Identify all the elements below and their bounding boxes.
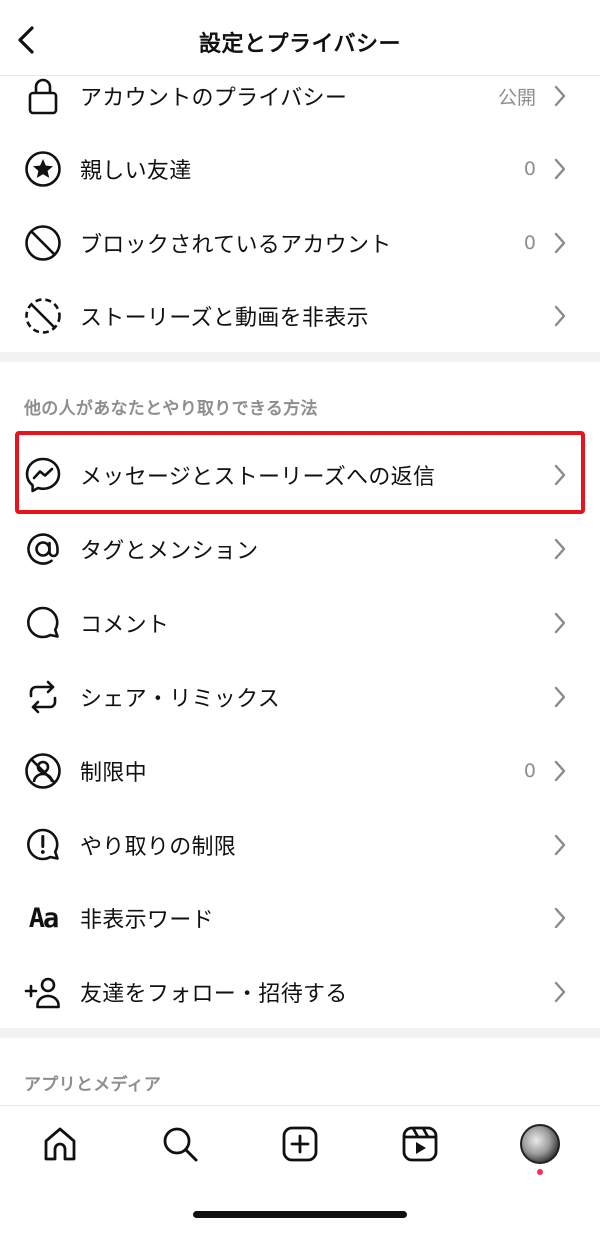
- chevron-right-icon: [550, 156, 570, 182]
- row-label: メッセージとストーリーズへの返信: [80, 465, 436, 490]
- row-label: やり取りの制限: [80, 835, 237, 860]
- notification-dot: [537, 1169, 543, 1175]
- home-indicator: [193, 1211, 407, 1218]
- row-label: 友達をフォロー・招待する: [80, 982, 348, 1007]
- chevron-right-icon: [550, 610, 570, 636]
- row-label: アカウントのプライバシー: [80, 86, 348, 111]
- tab-reels[interactable]: [398, 1122, 442, 1166]
- hide-story-icon: [22, 295, 64, 337]
- chevron-right-icon: [550, 462, 570, 488]
- section-divider: [0, 1028, 600, 1038]
- row-label: 非表示ワード: [80, 908, 214, 933]
- row-label: 親しい友達: [80, 159, 192, 184]
- row-value: 0: [523, 760, 536, 782]
- row-label: シェア・リミックス: [80, 687, 281, 712]
- messenger-icon: [22, 454, 64, 496]
- row-label: 制限中: [80, 761, 147, 786]
- sharing-remix-row[interactable]: シェア・リミックス: [0, 660, 600, 734]
- account-privacy-row[interactable]: アカウントのプライバシー 公開: [0, 59, 600, 133]
- reels-icon: [402, 1126, 438, 1162]
- close-friends-row[interactable]: 親しい友達 0: [0, 132, 600, 206]
- tags-mentions-row[interactable]: タグとメンション: [0, 512, 600, 586]
- follow-invite-friends-row[interactable]: 友達をフォロー・招待する: [0, 955, 600, 1029]
- lock-icon: [22, 75, 64, 117]
- close-friends-star-icon: [22, 148, 64, 190]
- hidden-words-icon: Aa: [22, 897, 64, 939]
- at-sign-icon: [22, 528, 64, 570]
- chevron-right-icon: [550, 979, 570, 1005]
- tab-profile[interactable]: [518, 1122, 562, 1166]
- tab-search[interactable]: [158, 1122, 202, 1166]
- chevron-right-icon: [550, 832, 570, 858]
- hidden-words-row[interactable]: Aa 非表示ワード: [0, 881, 600, 955]
- section-divider: [0, 352, 600, 362]
- row-label: ストーリーズと動画を非表示: [80, 306, 369, 331]
- create-post-icon: [282, 1126, 318, 1162]
- comments-row[interactable]: コメント: [0, 586, 600, 660]
- chevron-right-icon: [550, 303, 570, 329]
- chevron-right-icon: [550, 230, 570, 256]
- comment-icon: [22, 602, 64, 644]
- home-icon: [44, 1127, 76, 1161]
- tab-home[interactable]: [38, 1122, 82, 1166]
- restricted-icon: [22, 750, 64, 792]
- restricted-row[interactable]: 制限中 0: [0, 734, 600, 808]
- blocked-accounts-row[interactable]: ブロックされているアカウント 0: [0, 206, 600, 280]
- messages-story-replies-row[interactable]: メッセージとストーリーズへの返信: [0, 438, 600, 512]
- row-label: ブロックされているアカウント: [80, 233, 392, 258]
- add-friend-icon: [22, 971, 64, 1013]
- share-remix-icon: [22, 676, 64, 718]
- row-value: 0: [523, 158, 536, 180]
- hidden-words-glyph: Aa: [28, 902, 59, 934]
- chevron-right-icon: [550, 758, 570, 784]
- chevron-right-icon: [550, 83, 570, 109]
- row-label: コメント: [80, 613, 170, 638]
- limits-icon: [22, 824, 64, 866]
- profile-avatar: [520, 1124, 560, 1164]
- tab-create[interactable]: [278, 1122, 322, 1166]
- chevron-right-icon: [550, 684, 570, 710]
- search-icon: [163, 1127, 198, 1162]
- row-label: タグとメンション: [80, 539, 259, 564]
- section-title-app-media: アプリとメディア: [24, 1075, 162, 1095]
- hide-story-row[interactable]: ストーリーズと動画を非表示: [0, 279, 600, 353]
- section-title-interactions: 他の人があなたとやり取りできる方法: [24, 399, 318, 419]
- row-value: 0: [523, 232, 536, 254]
- chevron-right-icon: [550, 536, 570, 562]
- limit-interactions-row[interactable]: やり取りの制限: [0, 808, 600, 882]
- block-icon: [22, 222, 64, 264]
- row-value: 公開: [497, 86, 536, 109]
- chevron-right-icon: [550, 905, 570, 931]
- page-title: 設定とプライバシー: [198, 32, 402, 57]
